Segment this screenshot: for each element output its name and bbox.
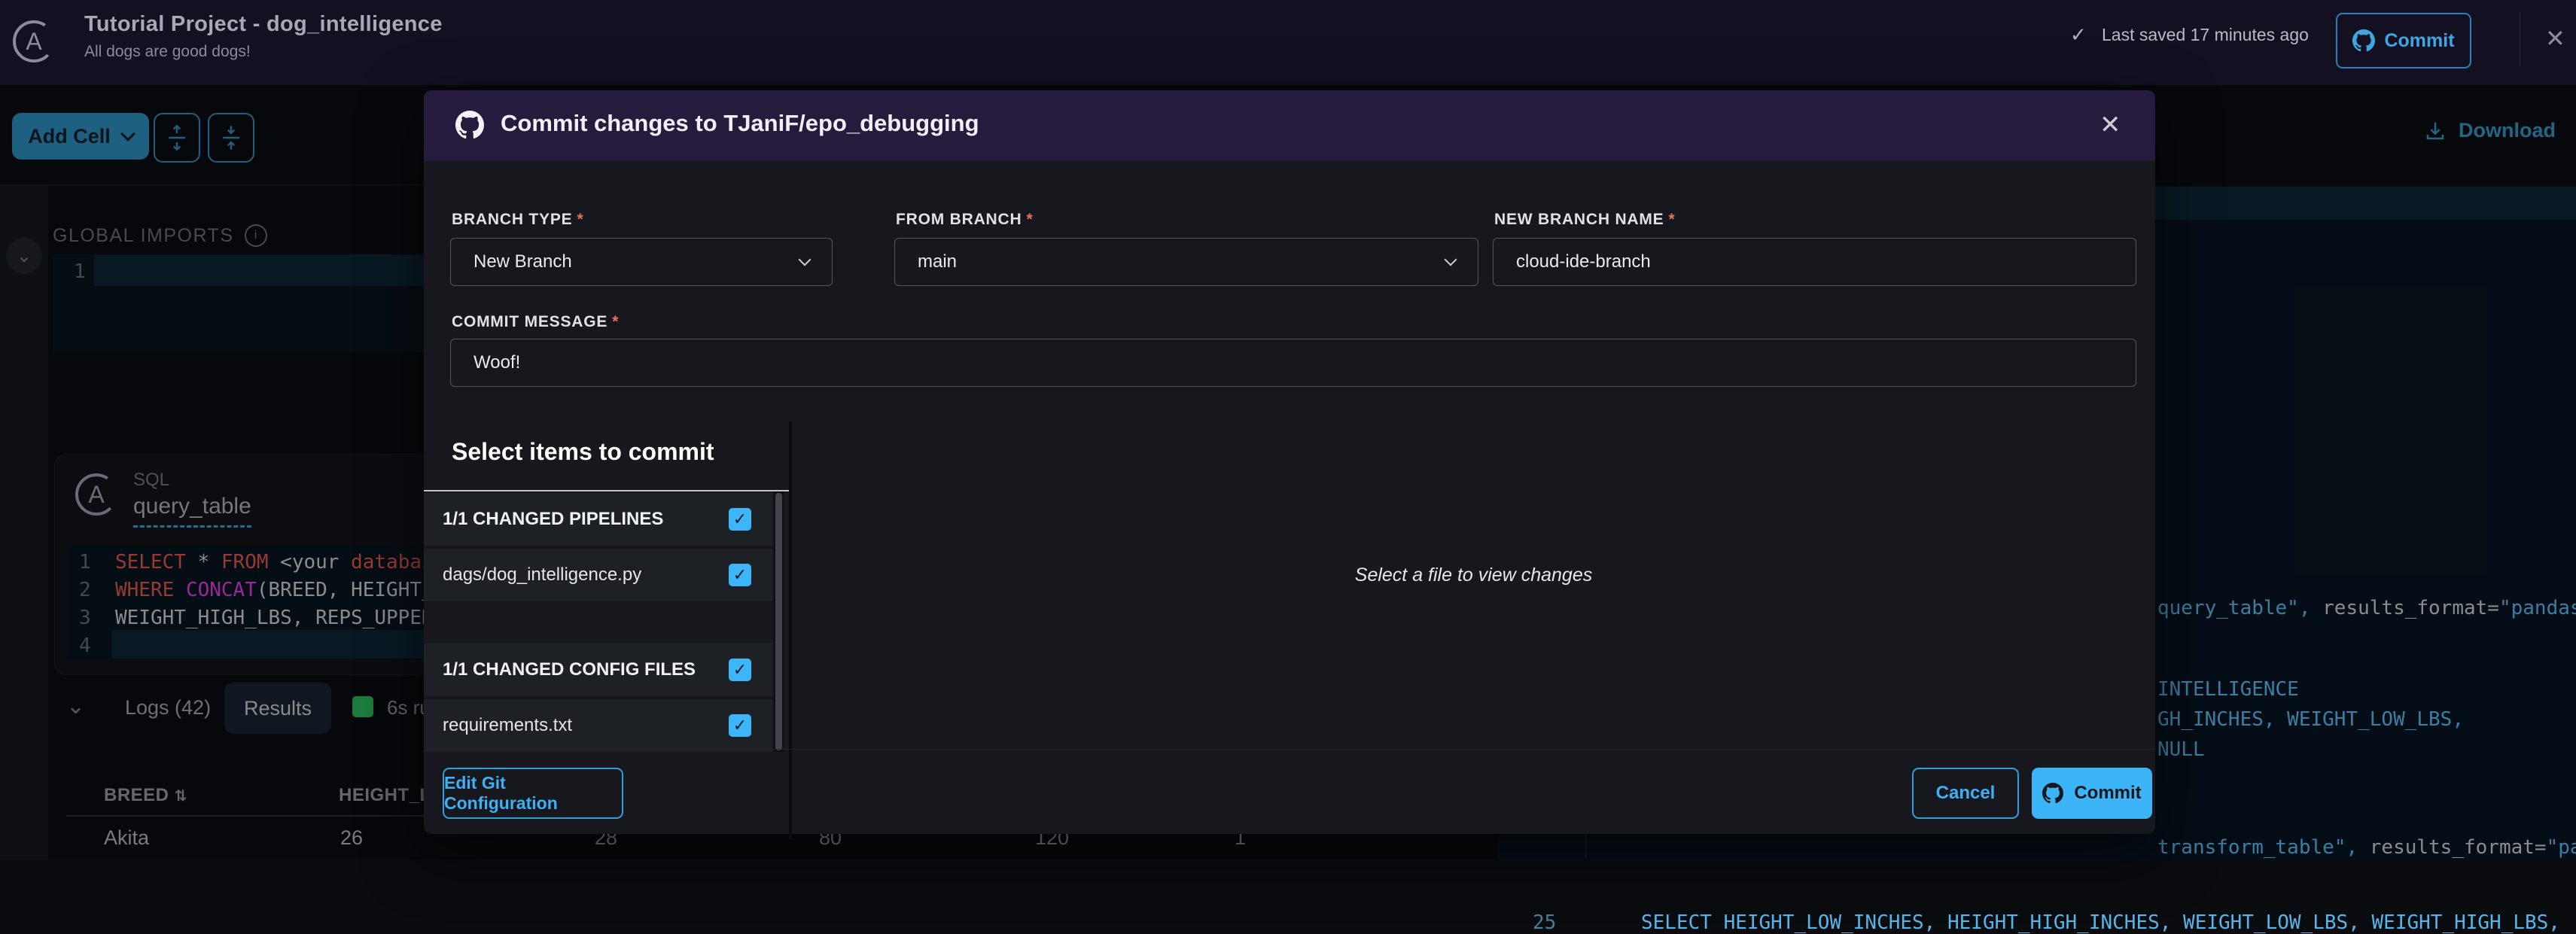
commit-message-input[interactable] [473,352,2113,373]
topbar-commit-button[interactable]: Commit [2336,13,2471,68]
edit-git-configuration-button[interactable]: Edit Git Configuration [443,768,623,819]
list-divider [424,490,790,491]
modal-close-icon[interactable]: ✕ [2099,110,2121,140]
github-icon [2042,783,2063,804]
topbar-commit-label: Commit [2384,30,2454,52]
from-branch-select[interactable]: main [894,238,1478,286]
file-row-dog-intelligence[interactable]: dags/dog_intelligence.py ✓ [424,549,772,601]
checkbox-checked[interactable]: ✓ [729,659,751,681]
github-icon [455,111,484,143]
modal-commit-button[interactable]: Commit [2032,768,2152,819]
github-icon [2352,29,2375,52]
check-icon: ✓ [733,661,747,680]
new-branch-name-field [1493,238,2136,286]
select-items-heading: Select items to commit [452,438,714,466]
branch-type-label: BRANCH TYPE* [452,211,583,229]
commit-modal: Commit changes to TJaniF/epo_debugging ✕… [424,90,2155,834]
diff-preview-placeholder: Select a file to view changes [792,564,2155,586]
from-branch-label: FROM BRANCH* [896,211,1033,229]
file-list-scrollbar[interactable] [774,491,784,752]
scrollbar-thumb[interactable] [775,493,782,750]
check-icon: ✓ [733,566,747,585]
chevron-down-icon [1445,254,1457,266]
new-branch-name-input[interactable] [1516,251,2113,272]
footer-divider [424,749,2155,750]
top-bar: A Tutorial Project - dog_intelligence Al… [0,0,2576,85]
project-subtitle: All dogs are good dogs! [84,43,251,61]
svg-text:A: A [26,28,42,55]
last-saved-status: Last saved 17 minutes ago [2102,25,2309,45]
saved-check-icon: ✓ [2070,24,2087,47]
check-icon: ✓ [733,510,747,529]
new-branch-name-label: NEW BRANCH NAME* [1494,211,1675,229]
checkbox-checked[interactable]: ✓ [729,508,751,531]
required-asterisk: * [577,211,583,228]
chevron-down-icon [799,254,811,266]
required-asterisk: * [1669,211,1676,228]
required-asterisk: * [1026,211,1033,228]
modal-title: Commit changes to TJaniF/epo_debugging [501,110,979,137]
commit-message-field [450,339,2136,387]
app-close-icon[interactable]: ✕ [2545,24,2565,53]
file-row-requirements[interactable]: requirements.txt ✓ [424,699,772,752]
required-asterisk: * [612,313,619,330]
app-logo-icon: A [11,18,57,68]
project-title: Tutorial Project - dog_intelligence [84,12,443,37]
branch-type-select[interactable]: New Branch [450,238,833,286]
panel-divider [789,421,792,839]
check-icon: ✓ [733,716,747,735]
checkbox-checked[interactable]: ✓ [729,714,751,737]
modal-header: Commit changes to TJaniF/epo_debugging ✕ [424,90,2155,161]
checkbox-checked[interactable]: ✓ [729,564,751,586]
changed-config-files-group-row[interactable]: 1/1 CHANGED CONFIG FILES ✓ [424,643,772,696]
cancel-button[interactable]: Cancel [1912,768,2019,819]
line-number: 25 [1533,911,1556,934]
changed-pipelines-group-row[interactable]: 1/1 CHANGED PIPELINES ✓ [424,493,772,546]
code-line: SELECT HEIGHT_LOW_INCHES, HEIGHT_HIGH_IN… [1641,911,2560,934]
commit-message-label: COMMIT MESSAGE* [452,313,619,331]
